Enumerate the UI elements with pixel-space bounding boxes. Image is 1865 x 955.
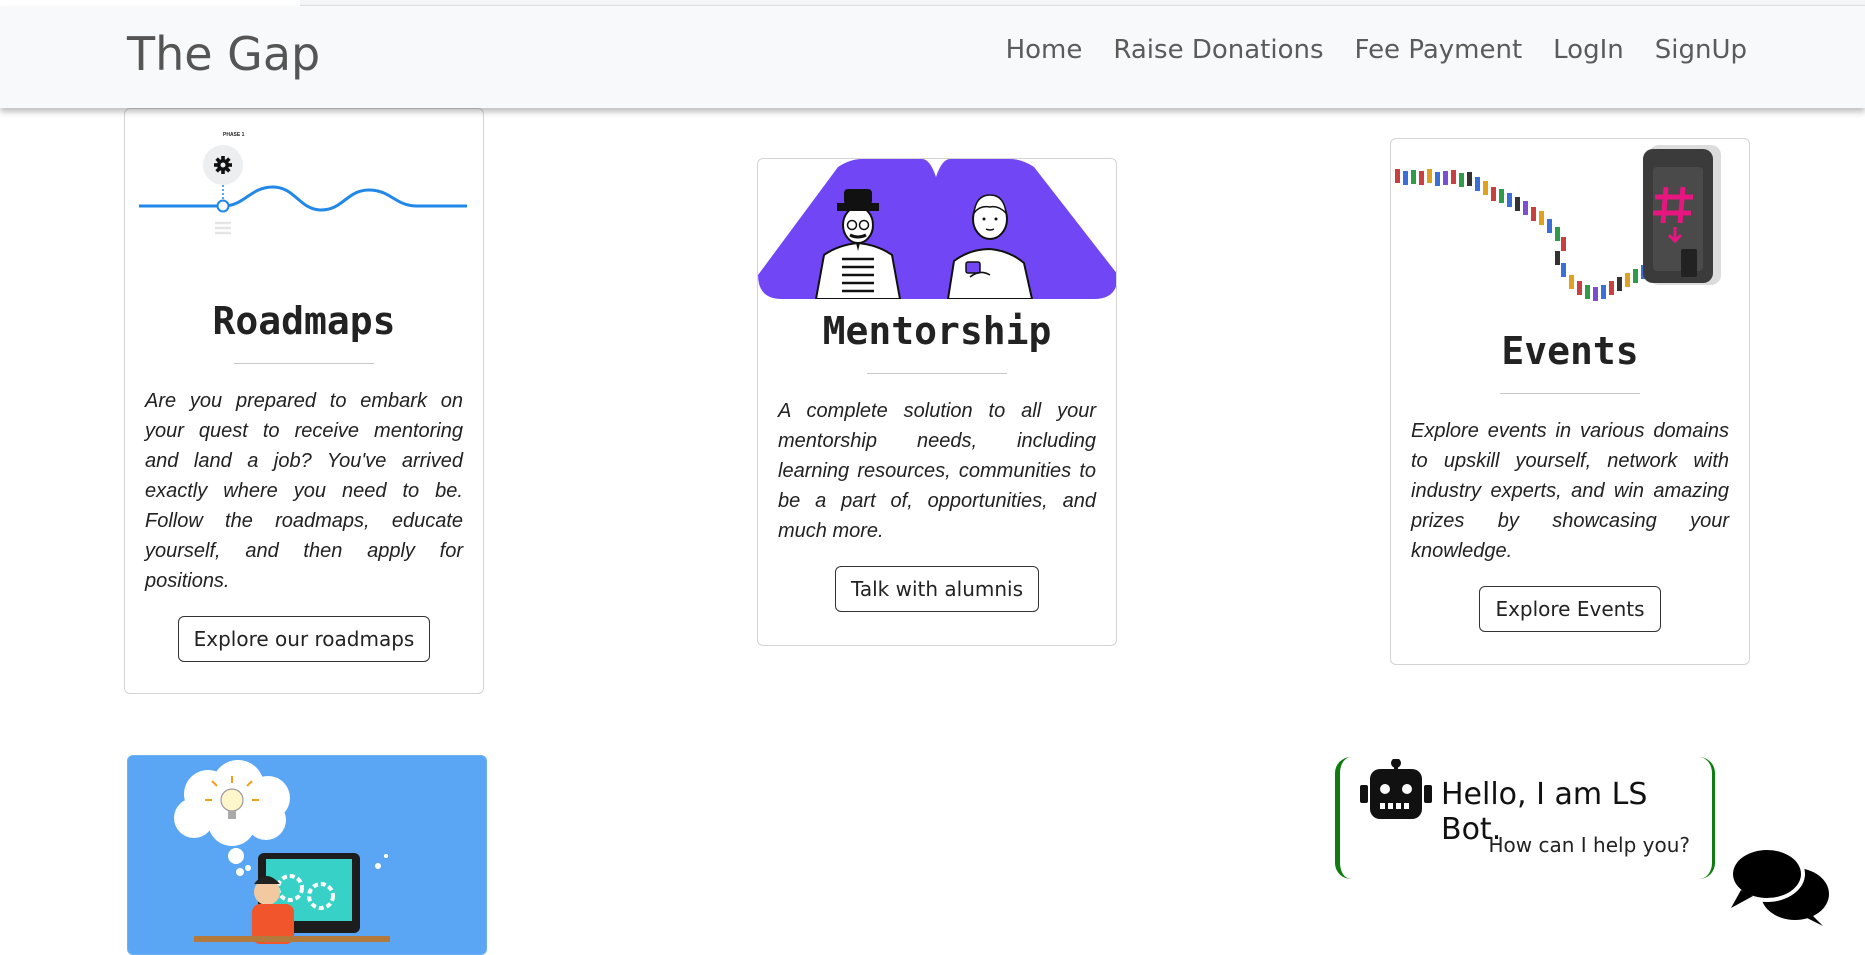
- nav-login[interactable]: LogIn: [1553, 35, 1624, 65]
- events-divider: [1500, 393, 1640, 394]
- talk-with-alumnis-button[interactable]: Talk with alumnis: [834, 566, 1040, 612]
- events-illustration: [1391, 139, 1749, 319]
- nav-fee-payment[interactable]: Fee Payment: [1355, 35, 1523, 65]
- nav-raise-donations[interactable]: Raise Donations: [1113, 35, 1323, 65]
- mentorship-illustration: [758, 159, 1116, 299]
- chat-bubbles-icon[interactable]: [1725, 842, 1835, 930]
- nav-home[interactable]: Home: [1006, 35, 1083, 65]
- brand-logo[interactable]: The Gap: [127, 27, 320, 81]
- events-card: Events Explore events in various domains…: [1390, 138, 1750, 665]
- robot-icon: [1360, 759, 1432, 819]
- roadmaps-description: Are you prepared to embark on your quest…: [145, 390, 463, 592]
- events-description: Explore events in various domains to ups…: [1411, 420, 1729, 562]
- events-title: Events: [1501, 329, 1639, 373]
- roadmap-phase-label: PHASE 1: [223, 132, 245, 138]
- chatbot-subtitle: How can I help you?: [1488, 833, 1690, 857]
- browser-top-strip: [300, 0, 1865, 6]
- mentorship-description: A complete solution to all your mentorsh…: [778, 400, 1096, 542]
- roadmaps-divider: [234, 363, 374, 364]
- idea-illustration: [174, 760, 390, 944]
- roadmap-graphic: PHASE 1: [139, 132, 467, 235]
- mentors-graphic: [758, 159, 1116, 299]
- explore-events-button[interactable]: Explore Events: [1479, 586, 1661, 632]
- mentorship-divider: [867, 373, 1007, 374]
- mentorship-card: Mentorship A complete solution to all yo…: [757, 158, 1117, 646]
- chatbot-greeting[interactable]: Hello, I am LS Bot. How can I help you?: [1335, 757, 1715, 879]
- mentorship-title: Mentorship: [822, 309, 1052, 353]
- roadmaps-card: PHASE 1 Roadmaps Are you prepared to emb…: [124, 108, 484, 694]
- nav-signup[interactable]: SignUp: [1655, 35, 1747, 65]
- roadmaps-title: Roadmaps: [212, 299, 396, 343]
- nav-links: Home Raise Donations Fee Payment LogIn S…: [1006, 35, 1747, 65]
- ideas-card: [127, 755, 487, 955]
- events-graphic: [1395, 145, 1721, 301]
- explore-roadmaps-button[interactable]: Explore our roadmaps: [177, 616, 431, 662]
- navbar: The Gap Home Raise Donations Fee Payment…: [0, 7, 1865, 108]
- roadmap-illustration: PHASE 1: [125, 109, 483, 299]
